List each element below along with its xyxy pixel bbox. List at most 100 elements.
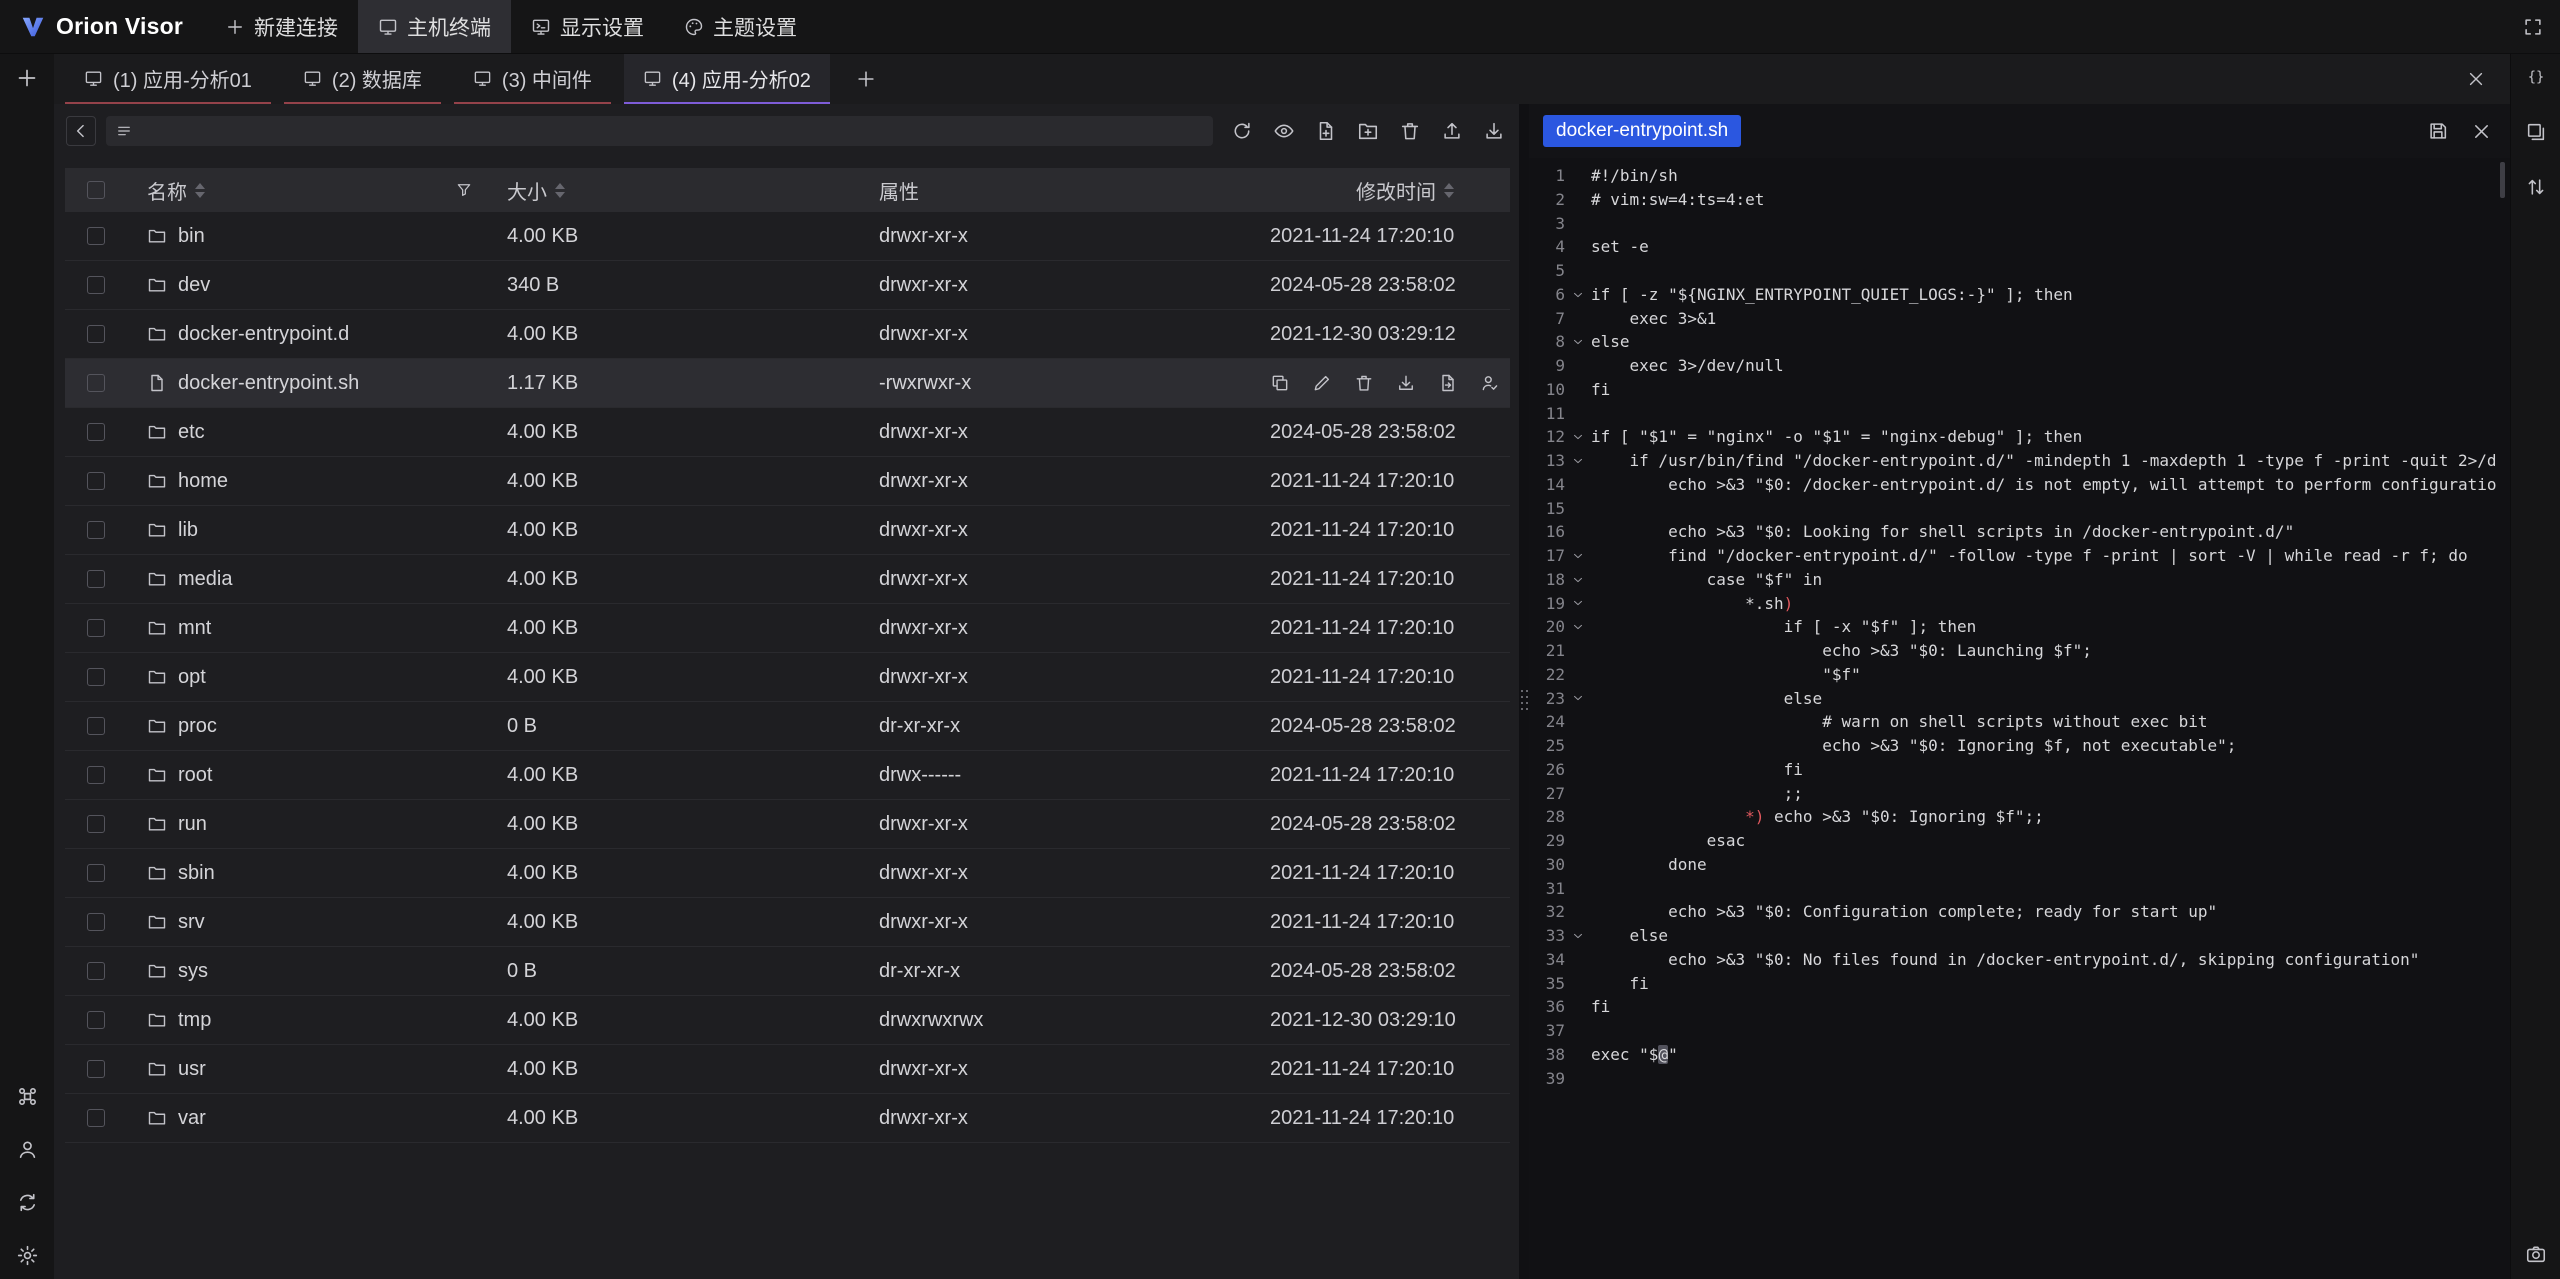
table-row[interactable]: home4.00 KBdrwxr-xr-x2021-11-24 17:20:10 — [65, 457, 1510, 506]
row-checkbox[interactable] — [87, 668, 105, 686]
row-checkbox[interactable] — [87, 1109, 105, 1127]
file-plus-icon[interactable] — [1315, 120, 1337, 142]
file-name[interactable]: docker-entrypoint.d — [178, 323, 349, 346]
row-checkbox[interactable] — [87, 325, 105, 343]
file-name[interactable]: media — [178, 568, 232, 591]
path-input[interactable] — [106, 116, 1213, 146]
row-checkbox[interactable] — [87, 766, 105, 784]
tab-1[interactable]: (1) 应用-分析01 — [65, 54, 271, 104]
table-row[interactable]: run4.00 KBdrwxr-xr-x2024-05-28 23:58:02 — [65, 800, 1510, 849]
file-move-icon[interactable] — [1438, 373, 1458, 393]
column-header-mtime[interactable]: 修改时间 — [1270, 176, 1510, 205]
table-row[interactable]: bin4.00 KBdrwxr-xr-x2021-11-24 17:20:10 — [65, 212, 1510, 261]
permission-icon[interactable] — [1480, 373, 1500, 393]
user-icon[interactable] — [16, 1138, 39, 1161]
file-name[interactable]: run — [178, 813, 207, 836]
file-name[interactable]: sbin — [178, 862, 215, 885]
row-checkbox[interactable] — [87, 227, 105, 245]
table-row[interactable]: dev340 Bdrwxr-xr-x2024-05-28 23:58:02 — [65, 261, 1510, 310]
file-name[interactable]: docker-entrypoint.sh — [178, 372, 359, 395]
code-editor[interactable]: 1#!/bin/sh2# vim:sw=4:ts=4:et34set -e56i… — [1529, 158, 2510, 1279]
table-row[interactable]: srv4.00 KBdrwxr-xr-x2021-11-24 17:20:10 — [65, 898, 1510, 947]
row-checkbox[interactable] — [87, 570, 105, 588]
save-icon[interactable] — [2427, 120, 2449, 142]
table-row[interactable]: usr4.00 KBdrwxr-xr-x2021-11-24 17:20:10 — [65, 1045, 1510, 1094]
transfer-icon[interactable] — [2525, 176, 2547, 198]
file-name[interactable]: bin — [178, 225, 205, 248]
camera-icon[interactable] — [2525, 1243, 2547, 1265]
sync-icon[interactable] — [16, 1191, 39, 1214]
table-row[interactable]: root4.00 KBdrwx------2021-11-24 17:20:10 — [65, 751, 1510, 800]
settings-icon[interactable] — [16, 1244, 39, 1267]
menu-item-theme-settings[interactable]: 主题设置 — [664, 0, 817, 53]
fold-icon[interactable] — [1565, 615, 1591, 639]
fold-icon[interactable] — [1565, 283, 1591, 307]
row-checkbox[interactable] — [87, 276, 105, 294]
table-row[interactable]: docker-entrypoint.sh1.17 KB-rwxrwxr-x — [65, 359, 1510, 408]
file-tag[interactable]: docker-entrypoint.sh — [1543, 115, 1741, 147]
fold-icon[interactable] — [1565, 687, 1591, 711]
table-row[interactable]: tmp4.00 KBdrwxrwxrwx2021-12-30 03:29:10 — [65, 996, 1510, 1045]
menu-item-display-settings[interactable]: 显示设置 — [511, 0, 664, 53]
table-row[interactable]: var4.00 KBdrwxr-xr-x2021-11-24 17:20:10 — [65, 1094, 1510, 1143]
fullscreen-icon[interactable] — [2522, 16, 2544, 38]
table-row[interactable]: docker-entrypoint.d4.00 KBdrwxr-xr-x2021… — [65, 310, 1510, 359]
layers-icon[interactable] — [2525, 121, 2547, 143]
tab-3[interactable]: (3) 中间件 — [454, 54, 611, 104]
filter-icon[interactable] — [455, 181, 473, 199]
sort-icon[interactable] — [555, 183, 565, 198]
table-row[interactable]: media4.00 KBdrwxr-xr-x2021-11-24 17:20:1… — [65, 555, 1510, 604]
table-row[interactable]: lib4.00 KBdrwxr-xr-x2021-11-24 17:20:10 — [65, 506, 1510, 555]
fold-icon[interactable] — [1565, 425, 1591, 449]
file-name[interactable]: opt — [178, 666, 206, 689]
back-button[interactable] — [66, 116, 96, 146]
tab-2[interactable]: (2) 数据库 — [284, 54, 441, 104]
copy-icon[interactable] — [1270, 373, 1290, 393]
file-name[interactable]: lib — [178, 519, 198, 542]
file-name[interactable]: srv — [178, 911, 205, 934]
table-row[interactable]: sbin4.00 KBdrwxr-xr-x2021-11-24 17:20:10 — [65, 849, 1510, 898]
sort-icon[interactable] — [195, 183, 205, 198]
eye-icon[interactable] — [1273, 120, 1295, 142]
close-panel-icon[interactable] — [2466, 69, 2486, 89]
row-checkbox[interactable] — [87, 717, 105, 735]
download-icon[interactable] — [1396, 373, 1416, 393]
trash-icon[interactable] — [1399, 120, 1421, 142]
row-checkbox[interactable] — [87, 521, 105, 539]
fold-icon[interactable] — [1565, 544, 1591, 568]
file-name[interactable]: tmp — [178, 1009, 211, 1032]
fold-icon[interactable] — [1565, 924, 1591, 948]
fold-icon[interactable] — [1565, 330, 1591, 354]
upload-icon[interactable] — [1441, 120, 1463, 142]
row-checkbox[interactable] — [87, 913, 105, 931]
plus-icon[interactable] — [15, 66, 39, 90]
file-name[interactable]: home — [178, 470, 228, 493]
file-name[interactable]: sys — [178, 960, 208, 983]
row-checkbox[interactable] — [87, 1011, 105, 1029]
file-name[interactable]: mnt — [178, 617, 211, 640]
fold-icon[interactable] — [1565, 449, 1591, 473]
refresh-icon[interactable] — [1231, 120, 1253, 142]
splitter-grip-icon[interactable] — [1521, 690, 1528, 710]
row-checkbox[interactable] — [87, 864, 105, 882]
menu-item-host-terminal[interactable]: 主机终端 — [358, 0, 511, 53]
file-name[interactable]: etc — [178, 421, 205, 444]
row-checkbox[interactable] — [87, 619, 105, 637]
fold-icon[interactable] — [1565, 568, 1591, 592]
select-all-checkbox[interactable] — [87, 181, 105, 199]
table-row[interactable]: sys0 Bdr-xr-xr-x2024-05-28 23:58:02 — [65, 947, 1510, 996]
tab-4[interactable]: (4) 应用-分析02 — [624, 54, 830, 104]
panel-splitter[interactable] — [1519, 104, 1529, 1279]
file-name[interactable]: usr — [178, 1058, 206, 1081]
folder-plus-icon[interactable] — [1357, 120, 1379, 142]
column-header-name[interactable]: 名称 — [127, 176, 487, 205]
edit-icon[interactable] — [1312, 373, 1332, 393]
table-row[interactable]: proc0 Bdr-xr-xr-x2024-05-28 23:58:02 — [65, 702, 1510, 751]
sort-icon[interactable] — [1444, 183, 1454, 198]
file-name[interactable]: var — [178, 1107, 206, 1130]
file-name[interactable]: dev — [178, 274, 210, 297]
table-row[interactable]: mnt4.00 KBdrwxr-xr-x2021-11-24 17:20:10 — [65, 604, 1510, 653]
row-checkbox[interactable] — [87, 962, 105, 980]
row-checkbox[interactable] — [87, 374, 105, 392]
command-icon[interactable] — [16, 1085, 39, 1108]
